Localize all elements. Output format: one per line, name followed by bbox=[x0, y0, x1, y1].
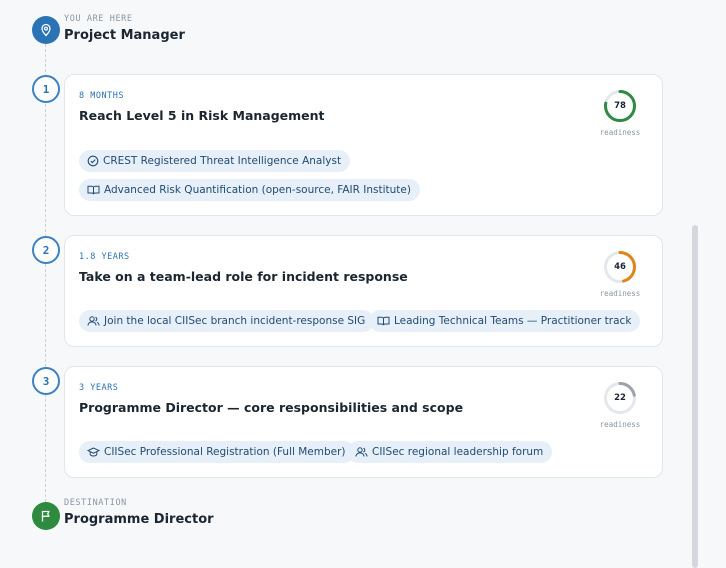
step-number-2: 2 bbox=[32, 236, 60, 264]
readiness-score: 78 bbox=[614, 101, 626, 111]
readiness-score: 22 bbox=[614, 393, 626, 403]
resource-chip[interactable]: Leading Technical Teams — Practitioner t… bbox=[369, 310, 641, 332]
resource-chip-label: Join the local CIISec branch incident-re… bbox=[104, 315, 366, 327]
step-duration: 3 YEARS bbox=[79, 383, 119, 393]
resource-chip[interactable]: Join the local CIISec branch incident-re… bbox=[79, 310, 375, 332]
destination-role: DESTINATION Programme Director bbox=[64, 498, 214, 527]
book-icon bbox=[87, 185, 100, 195]
graduation-cap-icon bbox=[87, 447, 100, 457]
step-title: Reach Level 5 in Risk Management bbox=[79, 108, 325, 123]
readiness-score: 46 bbox=[614, 262, 626, 272]
resource-chip-label: CIISec Professional Registration (Full M… bbox=[104, 446, 346, 458]
step-title: Programme Director — core responsibiliti… bbox=[79, 400, 464, 415]
step-card-1[interactable]: 8 MONTHS Reach Level 5 in Risk Managemen… bbox=[64, 74, 663, 216]
resource-chip[interactable]: CREST Registered Threat Intelligence Ana… bbox=[79, 150, 351, 172]
readiness-label: readiness bbox=[599, 128, 641, 137]
people-icon bbox=[87, 316, 100, 326]
timeline-connector bbox=[45, 44, 46, 502]
step-number-1: 1 bbox=[32, 75, 60, 103]
resource-chip-label: CIISec regional leadership forum bbox=[372, 446, 544, 458]
current-role-kicker: YOU ARE HERE bbox=[64, 14, 133, 24]
scrollbar[interactable] bbox=[692, 225, 698, 568]
resource-chip[interactable]: Advanced Risk Quantification (open-sourc… bbox=[79, 179, 420, 201]
current-role-title: Project Manager bbox=[64, 28, 185, 43]
step-card-3[interactable]: 3 YEARS Programme Director — core respon… bbox=[64, 366, 663, 478]
step-duration: 8 MONTHS bbox=[79, 91, 124, 101]
book-icon bbox=[377, 316, 390, 326]
step-duration: 1.8 YEARS bbox=[79, 252, 130, 262]
step-title: Take on a team-lead role for incident re… bbox=[79, 269, 408, 284]
current-position-marker bbox=[32, 16, 60, 44]
resource-chip-label: Leading Technical Teams — Practitioner t… bbox=[394, 315, 632, 327]
destination-kicker: DESTINATION bbox=[64, 498, 127, 508]
location-pin-icon bbox=[41, 23, 51, 37]
readiness-label: readiness bbox=[599, 289, 641, 298]
destination-marker bbox=[32, 502, 60, 530]
resource-chip[interactable]: CIISec Professional Registration (Full M… bbox=[79, 441, 355, 463]
certificate-check-icon bbox=[87, 155, 99, 167]
resource-chip-label: Advanced Risk Quantification (open-sourc… bbox=[104, 184, 411, 196]
resource-chip[interactable]: CIISec regional leadership forum bbox=[347, 441, 553, 463]
step-card-2[interactable]: 1.8 YEARS Take on a team-lead role for i… bbox=[64, 235, 663, 347]
readiness-label: readiness bbox=[599, 420, 641, 429]
people-icon bbox=[355, 447, 368, 457]
step-number-3: 3 bbox=[32, 367, 60, 395]
destination-title: Programme Director bbox=[64, 512, 214, 527]
resource-chip-label: CREST Registered Threat Intelligence Ana… bbox=[103, 155, 342, 167]
current-role: YOU ARE HERE Project Manager bbox=[64, 14, 185, 43]
flag-icon bbox=[41, 510, 50, 522]
